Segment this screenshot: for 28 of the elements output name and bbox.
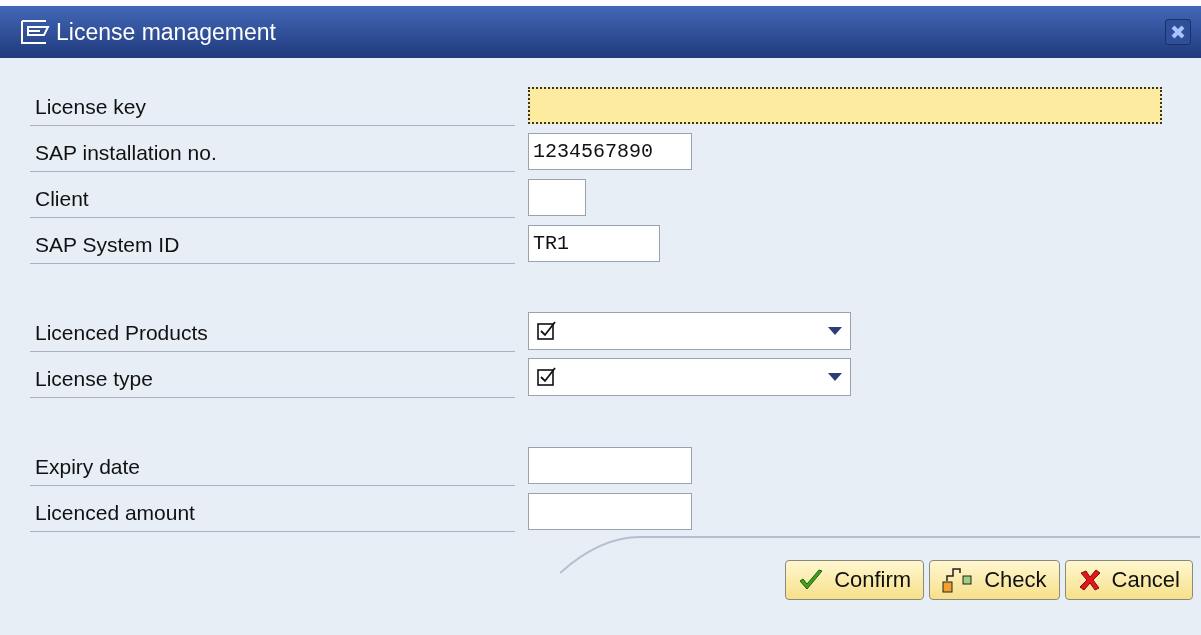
- input-field[interactable]: [528, 87, 1162, 124]
- field-label: Expiry date: [30, 455, 515, 486]
- input-field[interactable]: TR1: [528, 225, 660, 262]
- input-field[interactable]: [528, 493, 692, 530]
- dropdown-arrow-icon: [828, 373, 842, 381]
- close-button[interactable]: [1165, 19, 1191, 45]
- checkmark-icon: [798, 568, 825, 592]
- field-label: SAP installation no.: [30, 141, 515, 172]
- cancel-button[interactable]: Cancel: [1064, 560, 1193, 600]
- confirm-button[interactable]: Confirm: [785, 560, 925, 600]
- close-icon: [1170, 24, 1186, 40]
- hierarchy-icon: [942, 565, 975, 595]
- window-title: License management: [56, 18, 277, 46]
- input-field[interactable]: 1234567890: [528, 133, 692, 170]
- field-label: Client: [30, 187, 515, 218]
- field-label: Licenced Products: [30, 321, 515, 352]
- input-field[interactable]: [528, 179, 586, 216]
- input-field[interactable]: [528, 447, 692, 484]
- check-button[interactable]: Check: [929, 560, 1060, 600]
- dropdown-field[interactable]: [528, 358, 851, 396]
- close-icon: [1077, 568, 1102, 592]
- field-label: License type: [30, 367, 515, 398]
- dropdown-field[interactable]: [528, 312, 851, 350]
- dialog-icon: [20, 19, 50, 45]
- field-label: Licenced amount: [30, 501, 515, 532]
- dropdown-arrow-icon: [828, 327, 842, 335]
- field-label: SAP System ID: [30, 233, 515, 264]
- field-label: License key: [30, 95, 515, 126]
